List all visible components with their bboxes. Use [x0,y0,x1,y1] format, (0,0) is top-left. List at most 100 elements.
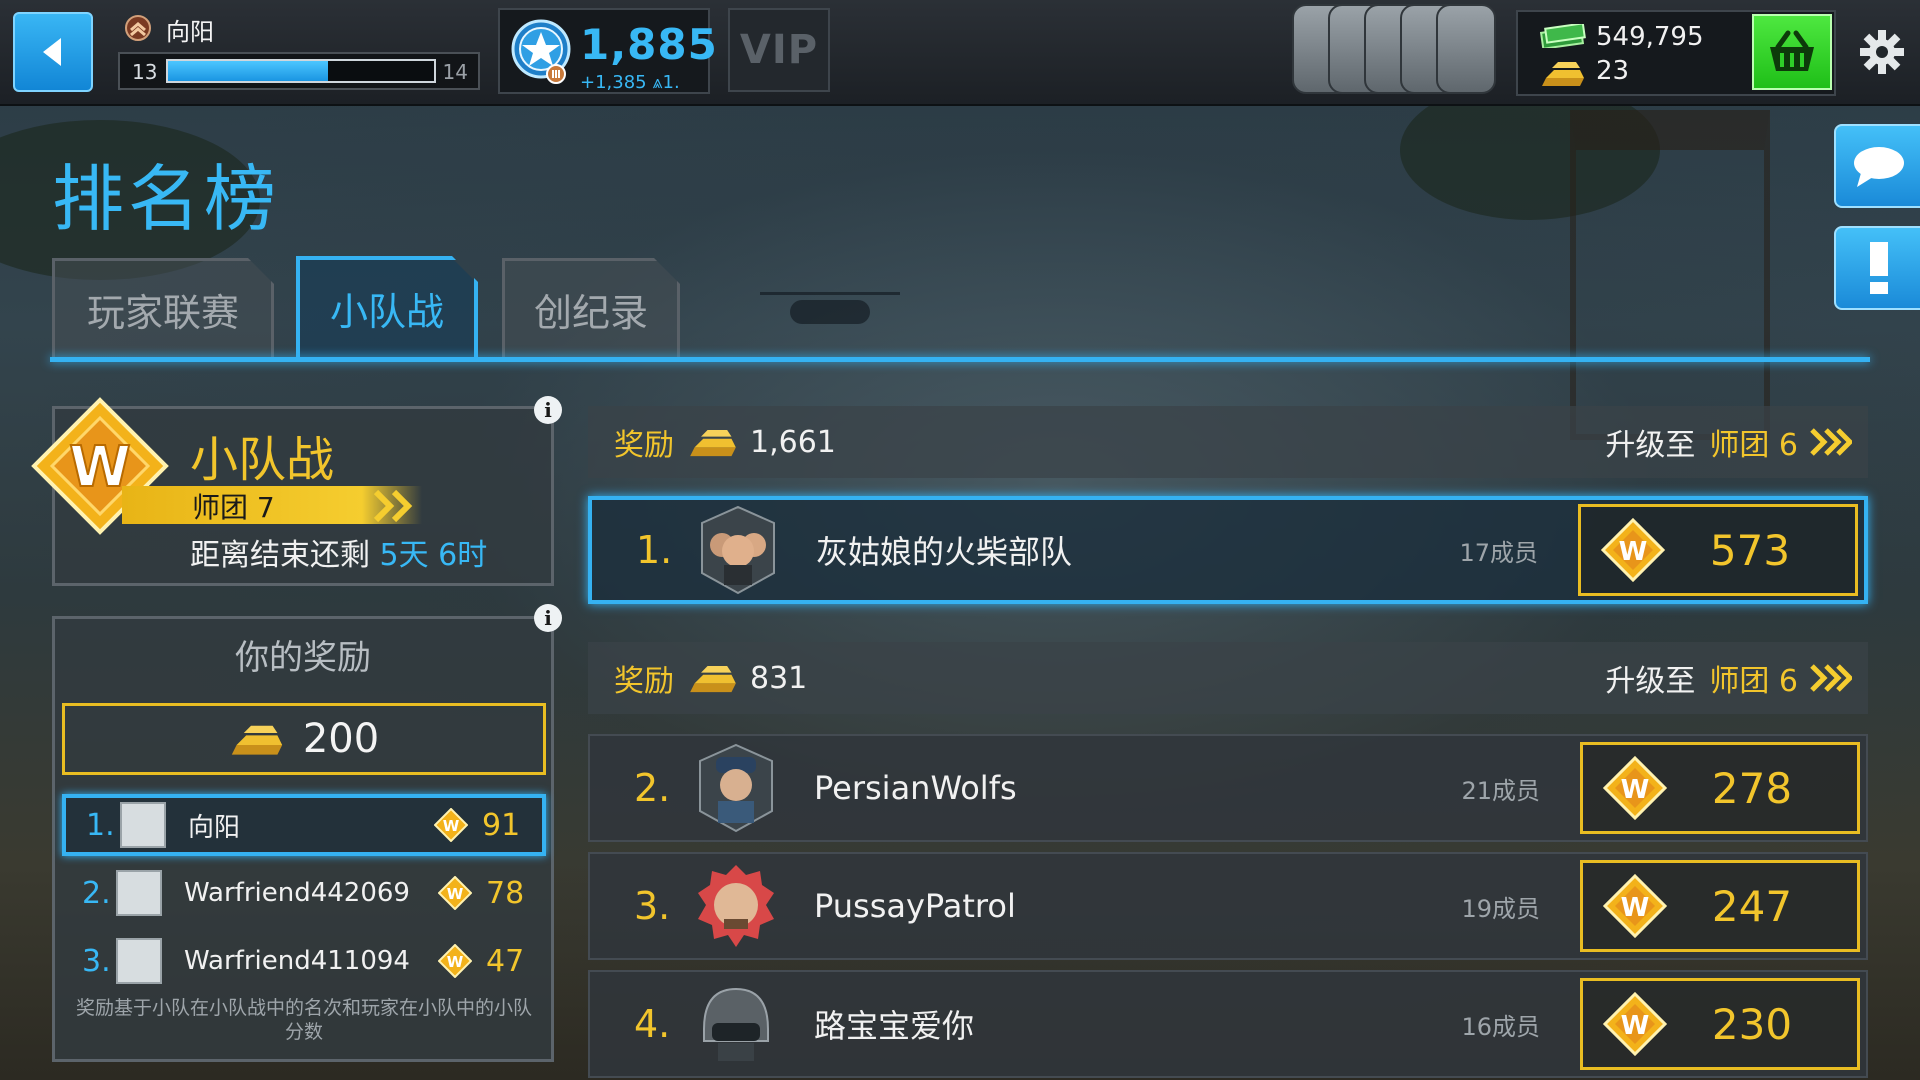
double-chevron-icon [1810,428,1852,456]
vip-button[interactable]: VIP [728,8,830,92]
bald-soldier-icon [698,865,774,947]
member-score: 78 [486,875,525,911]
reward-info-button[interactable]: i [534,604,562,632]
soldier-trio-icon [701,505,775,595]
division-label: 师团 7 [192,491,275,524]
upgrade-label: 升级至 [1605,428,1696,463]
double-chevron-icon [373,489,413,523]
gold-bar-icon [1542,62,1584,86]
tab-underline [50,357,1870,362]
svg-text:W: W [447,953,464,971]
avatar [116,938,162,984]
member-rank: 3. [82,943,111,979]
tab-label: 创纪录 [533,290,648,335]
team-score: 230 [1711,999,1793,1049]
xp-fill [168,61,328,81]
team-rank: 2. [634,766,671,810]
upgrade-division: 师团 6 [1709,664,1798,699]
your-reward-title: 你的奖励 [235,638,371,678]
team-name: 灰姑娘的火柴部队 [816,533,1073,571]
team-score: 573 [1709,525,1791,575]
member-name: Warfriend442069 [184,878,410,908]
team-row[interactable]: 1. 灰姑娘的火柴部队 17成员 W 573 [588,496,1868,604]
w-coin-icon: W [1603,874,1667,938]
team-row[interactable]: 3. PussayPatrol 19成员 W 247 [588,852,1868,960]
tab-records[interactable]: 创纪录 [502,258,680,360]
member-name: 向阳 [188,812,241,843]
reward-note: 奖励基于小队在小队战中的名次和玩家在小队中的小队分数 [75,997,532,1043]
avatar [116,870,162,916]
cash-icon [1540,24,1586,48]
star-medal-icon [511,19,571,84]
team-rank: 1. [636,528,673,572]
team-score: 247 [1711,881,1793,931]
xp-track [166,59,436,83]
reward-tier-bar: 奖励 831 升级至 师团 6 [588,642,1868,714]
player-name: 向阳 [166,18,214,46]
team-score-box: W 278 [1580,742,1860,834]
w-coin-icon: W [1601,518,1665,582]
helmet-icon [703,987,769,1061]
reward-amount: 200 [302,716,380,762]
info-button[interactable]: i [534,396,562,424]
gold-bar-icon [690,430,736,457]
svg-text:W: W [1621,1011,1650,1041]
w-coin-icon: W [1603,992,1667,1056]
settings-gear-icon[interactable] [1858,28,1906,76]
squad-war-title: 小队战 [190,432,335,488]
team-row[interactable]: 2. PersianWolfs 21成员 W 278 [588,734,1868,842]
page-title: 排名榜 [52,157,281,241]
team-score: 278 [1711,763,1793,813]
time-remaining: 距离结束还剩 5天 6时 [190,530,487,574]
vip-label: VIP [739,27,819,73]
current-level: 13 [132,60,158,84]
reward-amount-box: 200 [62,703,546,775]
team-members: 17成员 [1459,538,1538,567]
team-score-box: W 247 [1580,860,1860,952]
member-row[interactable]: 3. Warfriend411094 W 47 [62,930,546,992]
team-name: 路宝宝爱你 [814,1007,975,1045]
team-members: 21成员 [1461,776,1540,805]
svg-text:W: W [447,885,464,903]
w-coin-icon: W [1603,756,1667,820]
gold-bar-icon [690,666,736,693]
back-arrow-icon [43,38,61,66]
member-row[interactable]: 1. 向阳 W 91 [62,794,546,856]
gold-amount: 23 [1596,56,1630,86]
w-coin-icon: W [434,808,468,842]
team-row[interactable]: 4. 路宝宝爱你 16成员 W 230 [588,970,1868,1078]
svg-text:W: W [1621,775,1650,805]
medal-count: 1,885 [580,20,718,69]
basket-icon [1770,30,1814,71]
cash-amount: 549,795 [1596,22,1704,52]
team-rank: 3. [634,884,671,928]
active-tab-outline [296,256,478,362]
saluting-soldier-icon [699,743,773,833]
member-score: 47 [486,943,525,979]
medal-counter[interactable]: 1,885 +1,385 ⩓1. [498,8,717,94]
xp-bar: 13 14 [118,52,480,90]
dogtag-icon [1436,4,1496,94]
chat-button[interactable] [1834,124,1920,208]
tab-label: 玩家联赛 [86,290,239,335]
svg-text:W: W [443,817,460,835]
time-remaining-value: 5天 6时 [379,538,488,573]
chat-bubble-icon [1854,147,1904,187]
member-score: 91 [482,807,521,843]
reward-amount: 1,661 [750,424,836,460]
exclamation-icon [1870,242,1888,294]
member-row[interactable]: 2. Warfriend442069 W 78 [62,862,546,924]
next-level: 14 [442,60,468,84]
reward-label: 奖励 [614,664,674,699]
tab-player-league[interactable]: 玩家联赛 [52,258,274,360]
energy-dogtags[interactable] [1292,4,1497,98]
back-button[interactable] [13,12,93,92]
member-rank: 1. [86,807,115,843]
alert-button[interactable] [1834,226,1920,310]
team-members: 16成员 [1461,1012,1540,1041]
shop-button[interactable] [1752,14,1832,90]
time-remaining-label: 距离结束还剩 [190,538,370,573]
upgrade-label: 升级至 [1605,664,1696,699]
member-name: Warfriend411094 [184,946,410,976]
svg-text:W: W [1619,537,1648,567]
